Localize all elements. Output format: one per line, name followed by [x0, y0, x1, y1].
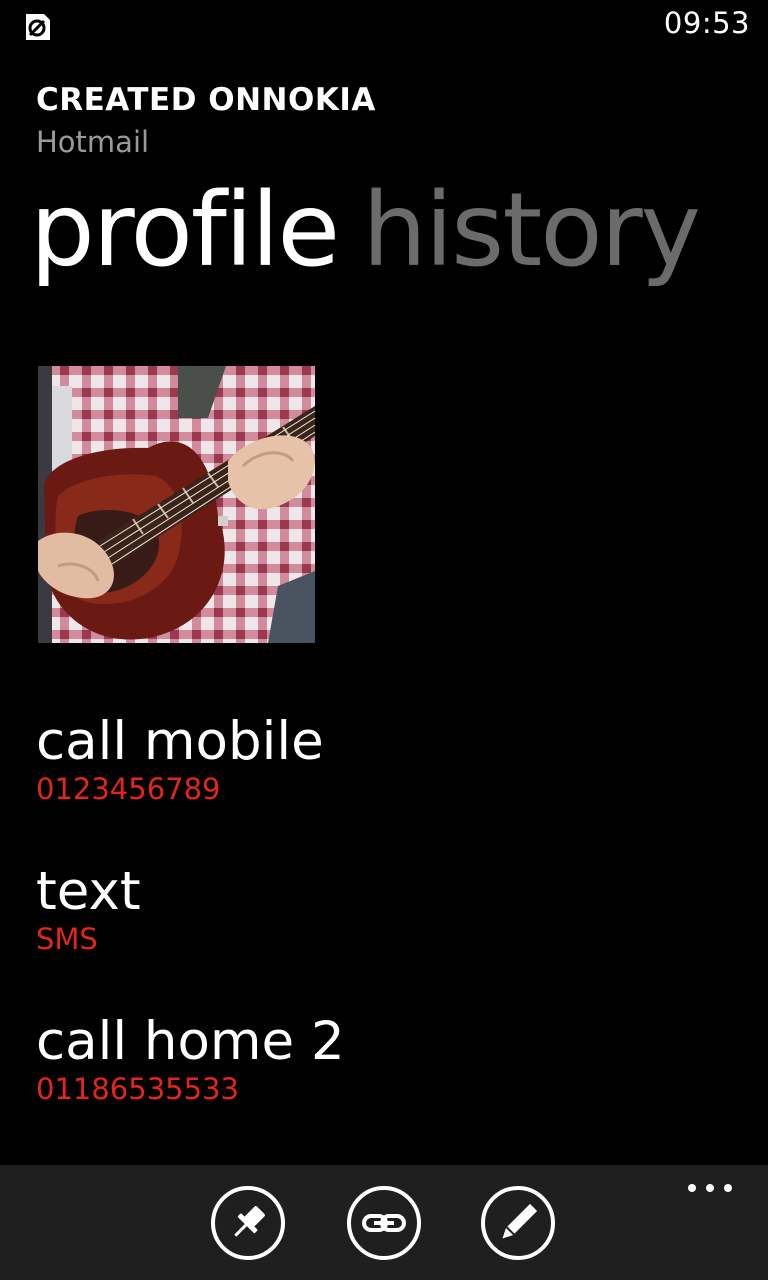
app-status-icon [22, 12, 52, 42]
contact-source: Hotmail [36, 125, 150, 159]
action-call-mobile[interactable]: call mobile 0123456789 [36, 711, 324, 807]
action-detail: 01186535533 [36, 1072, 239, 1106]
clock: 09:53 [663, 6, 750, 40]
contact-photo[interactable] [38, 366, 315, 643]
tab-history[interactable]: history [362, 171, 701, 290]
edit-icon [481, 1186, 555, 1260]
more-dots-icon[interactable] [688, 1181, 732, 1195]
link-button[interactable] [346, 1185, 422, 1261]
tab-profile[interactable]: profile [30, 171, 340, 290]
action-call-home-2[interactable]: call home 2 01186535533 [36, 1011, 345, 1107]
action-detail: SMS [36, 922, 98, 956]
action-label: call mobile [36, 711, 324, 772]
pin-icon [211, 1186, 285, 1260]
action-label: call home 2 [36, 1011, 345, 1072]
edit-button[interactable] [480, 1185, 556, 1261]
link-icon [347, 1186, 421, 1260]
action-text[interactable]: text SMS [36, 861, 141, 957]
app-bar [0, 1165, 768, 1280]
contact-name: CREATED ONNOKIA [36, 82, 376, 118]
pivot-header: profile history [30, 180, 701, 282]
pin-button[interactable] [210, 1185, 286, 1261]
action-detail: 0123456789 [36, 772, 221, 806]
status-bar: 09:53 [0, 0, 768, 50]
action-label: text [36, 861, 141, 922]
